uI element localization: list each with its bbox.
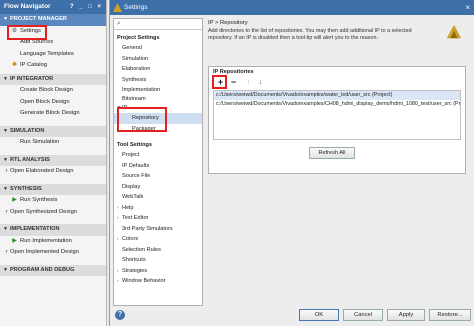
tree-item-help[interactable]: › Help <box>114 203 202 214</box>
play-icon: ▶ <box>12 197 17 203</box>
chevron-down-icon: ▼ <box>3 226 8 232</box>
remove-repository-button[interactable]: − <box>228 77 239 88</box>
tree-group-tool-settings: Tool Settings <box>117 142 153 148</box>
tree-item-implementation[interactable]: Implementation <box>114 85 202 96</box>
tree-item-synthesis[interactable]: Synthesis <box>114 75 202 86</box>
help-icon[interactable]: ? <box>115 310 125 320</box>
section-ip-integrator[interactable]: ▼ IP INTEGRATOR <box>0 73 106 85</box>
play-icon: ▶ <box>12 237 17 244</box>
close-icon[interactable]: × <box>465 0 470 15</box>
refresh-all-button[interactable]: Refresh All <box>309 147 355 159</box>
tree-item-shortcuts[interactable]: Shortcuts <box>114 255 202 266</box>
tree-item-webtalk[interactable]: WebTalk <box>114 192 202 203</box>
nav-item-open-block-design[interactable]: Open Block Design <box>0 97 106 109</box>
tree-search-bar: ⌕ <box>114 19 202 30</box>
chevron-right-icon: › <box>117 236 119 241</box>
tree-item-3rd-party-simulators[interactable]: 3rd Party Simulators <box>114 224 202 235</box>
chevron-right-icon: › <box>117 204 119 210</box>
nav-item-run-synthesis[interactable]: ▶ Run Synthesis <box>0 195 106 207</box>
settings-tree: ⌕ Project Settings General Simulation El… <box>113 18 203 306</box>
flow-navigator-titlebar: Flow Navigator ? _ □ × <box>0 0 106 14</box>
nav-item-create-block-design[interactable]: Create Block Design <box>0 85 106 97</box>
move-down-button[interactable]: ↓ <box>255 77 266 88</box>
highlight-box-settings <box>7 25 47 40</box>
nav-item-run-implementation[interactable]: ▶ Run Implementation <box>0 236 106 248</box>
dialog-titlebar: Settings × <box>110 0 474 15</box>
tree-item-selection-rules[interactable]: Selection Rules <box>114 245 202 256</box>
chevron-down-icon: ▼ <box>3 127 8 134</box>
chevron-down-icon: ▼ <box>3 75 8 82</box>
chevron-right-icon: › <box>5 168 8 174</box>
repository-path[interactable]: c:/Users/weiwd/Documents/Vivado/examples… <box>214 91 460 100</box>
chevron-down-icon: ▼ <box>3 156 8 163</box>
nav-item-ip-catalog[interactable]: ✱ IP Catalog <box>0 60 106 72</box>
tree-item-simulation[interactable]: Simulation <box>114 54 202 65</box>
apply-button[interactable]: Apply <box>387 309 425 321</box>
nav-item-open-elaborated-design[interactable]: › Open Elaborated Design <box>0 166 106 178</box>
section-synthesis[interactable]: ▼ SYNTHESIS <box>0 183 106 195</box>
chevron-right-icon: › <box>5 249 8 255</box>
vivado-app-icon <box>113 3 122 12</box>
nav-item-open-synthesized-design[interactable]: › Open Synthesized Design <box>0 207 106 219</box>
repo-toolbar: + − ↑ ↓ <box>212 75 465 89</box>
restore-button[interactable]: Restore... <box>429 309 471 321</box>
ip-repositories-panel: IP Repositories + − ↑ ↓ c:/Users/weiwd/D… <box>208 66 466 174</box>
settings-dialog: Settings × ⌕ Project Settings General Si… <box>109 0 474 326</box>
tree-item-colors[interactable]: › Colors <box>114 234 202 245</box>
highlight-box-ip-repository <box>117 107 167 132</box>
tree-search-input[interactable] <box>126 20 200 28</box>
tree-item-strategies[interactable]: › Strategies <box>114 266 202 277</box>
window-controls[interactable]: ? _ □ × <box>70 0 103 14</box>
nav-item-generate-block-design[interactable]: Generate Block Design <box>0 108 106 120</box>
dialog-title: Settings <box>124 4 148 11</box>
search-icon: ⌕ <box>117 20 121 27</box>
tree-item-text-editor[interactable]: › Text Editor <box>114 213 202 224</box>
highlight-box-add-button <box>212 75 227 89</box>
page-description: Add directories to the list of repositor… <box>208 28 412 41</box>
cancel-button[interactable]: Cancel <box>343 309 383 321</box>
section-simulation[interactable]: ▼ SIMULATION <box>0 125 106 137</box>
tree-item-source-file[interactable]: Source File <box>114 171 202 182</box>
tree-group-project-settings: Project Settings <box>117 35 160 41</box>
tree-item-project[interactable]: Project <box>114 150 202 161</box>
section-project-manager[interactable]: ▼ PROJECT MANAGER <box>0 14 106 26</box>
tree-item-elaboration[interactable]: Elaboration <box>114 64 202 75</box>
move-up-button[interactable]: ↑ <box>243 77 254 88</box>
tree-item-ip-defaults[interactable]: IP Defaults <box>114 161 202 172</box>
nav-item-language-templates[interactable]: Language Templates <box>0 49 106 61</box>
chevron-down-icon: ▼ <box>3 185 8 192</box>
flow-navigator-panel: Flow Navigator ? _ □ × ▼ PROJECT MANAGER … <box>0 0 107 326</box>
chevron-right-icon: › <box>117 278 119 283</box>
chevron-down-icon: ▼ <box>3 16 8 22</box>
ip-catalog-icon: ✱ <box>11 62 18 68</box>
breadcrumb: IP > Repository <box>208 20 248 26</box>
nav-item-open-implemented-design[interactable]: › Open Implemented Design <box>0 247 106 259</box>
tree-item-general[interactable]: General <box>114 43 202 54</box>
nav-item-run-simulation[interactable]: Run Simulation <box>0 137 106 149</box>
chevron-right-icon: › <box>117 215 119 220</box>
repository-path[interactable]: c:/Users/weiwd/Documents/Vivado/examples… <box>214 100 460 109</box>
section-implementation[interactable]: ▼ IMPLEMENTATION <box>0 224 106 236</box>
flow-navigator-title: Flow Navigator <box>4 3 51 10</box>
section-rtl-analysis[interactable]: ▼ RTL ANALYSIS <box>0 154 106 166</box>
settings-content: IP > Repository Add directories to the l… <box>208 18 471 306</box>
tree-item-bitstream[interactable]: Bitstream <box>114 96 202 103</box>
section-program-and-debug[interactable]: ▼ PROGRAM AND DEBUG <box>0 264 106 276</box>
tree-item-window-behavior[interactable]: › Window Behavior <box>114 276 202 287</box>
ip-repositories-title: IP Repositories <box>213 69 254 75</box>
chevron-down-icon: ▼ <box>3 266 8 273</box>
chevron-right-icon: › <box>117 267 119 273</box>
vivado-logo-icon <box>446 24 462 39</box>
tree-item-display[interactable]: Display <box>114 182 202 193</box>
chevron-right-icon: › <box>5 208 8 215</box>
ok-button[interactable]: OK <box>299 309 339 321</box>
repository-list: c:/Users/weiwd/Documents/Vivado/examples… <box>213 90 461 140</box>
